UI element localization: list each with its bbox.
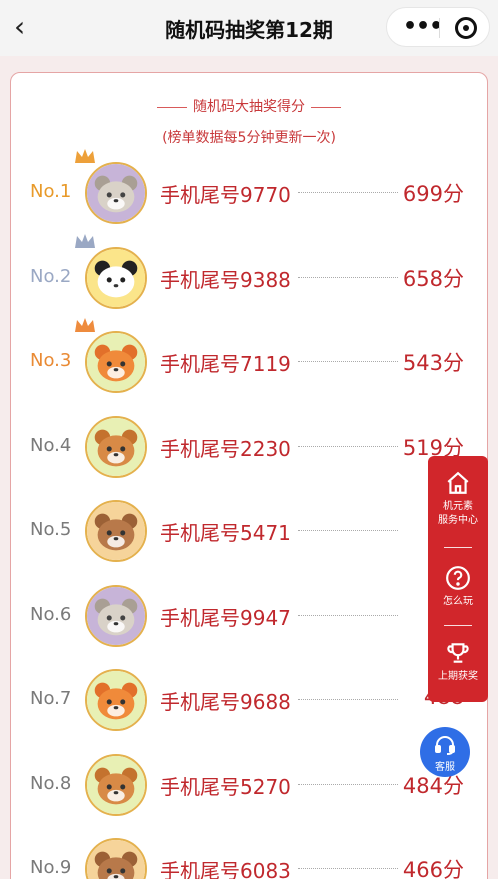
bear-avatar-icon [87, 502, 145, 560]
dotted-leader [298, 192, 398, 193]
rank-label: No.6 [30, 603, 72, 625]
rank-label: No.5 [30, 519, 72, 540]
side-label-how-to-play: 怎么玩 [443, 596, 473, 607]
customer-service-button[interactable]: 客服 [420, 727, 470, 777]
side-divider [444, 547, 472, 548]
ranking-title: 随机码大抽奖得分 [0, 96, 498, 116]
side-item-last-winners[interactable]: 上期获奖 [428, 640, 488, 684]
phone-tail-label: 手机尾号9947 [160, 605, 291, 630]
side-item-how-to-play[interactable]: 怎么玩 [428, 565, 488, 609]
more-icon[interactable]: ••• [403, 14, 443, 39]
phone-tail-label: 手机尾号9688 [160, 690, 291, 714]
dotted-leader [298, 361, 398, 362]
side-divider [444, 625, 472, 626]
rank-label: No.1 [30, 181, 72, 202]
score-value: 543分 [402, 351, 464, 375]
avatar [85, 584, 147, 647]
side-label-last-winners: 上期获奖 [438, 671, 478, 682]
target-icon[interactable] [455, 17, 477, 39]
phone-tail-label: 手机尾号9770 [160, 183, 291, 207]
phone-tail-label: 手机尾号2230 [160, 436, 291, 461]
table-row: No.2 手机尾号9388 658分 [0, 233, 498, 320]
avatar [85, 500, 147, 562]
nav-bar: ‹ 随机码抽奖第12期 ••• [0, 0, 498, 56]
dotted-leader [298, 530, 398, 531]
trophy-icon [447, 643, 469, 663]
crown-icon [73, 147, 97, 165]
avatar [85, 331, 147, 393]
cat-avatar-icon [87, 164, 145, 222]
table-row: No.6手机尾号994750 [0, 578, 498, 658]
fox-avatar-icon [87, 333, 145, 391]
panda-avatar-icon [87, 248, 145, 307]
mini-program-capsule: ••• [386, 7, 490, 47]
capsule-divider [439, 18, 440, 38]
table-row: No.4 手机尾号2230 519分 [0, 409, 498, 489]
avatar [85, 415, 147, 478]
headset-icon [435, 736, 455, 755]
crown-icon [73, 232, 97, 250]
dotted-leader [298, 783, 398, 785]
help-circle-icon [446, 566, 470, 590]
score-value: 658分 [402, 266, 464, 291]
rank-label: No.4 [30, 434, 72, 456]
ranking-subtitle: (榜单数据每5分钟更新一次) [162, 130, 336, 146]
phone-tail-label: 手机尾号7119 [160, 352, 291, 376]
avatar [85, 162, 147, 224]
bear-avatar-icon [87, 840, 145, 879]
rank-label: No.3 [30, 350, 72, 371]
rank-label: No.8 [30, 772, 72, 794]
score-value: 466分 [402, 858, 464, 879]
rank-label: No.2 [30, 265, 72, 287]
squirrel-avatar-icon [87, 755, 145, 814]
table-row: No.1 手机尾号9770 699分 [0, 149, 498, 235]
rank-label: No.9 [30, 857, 72, 878]
title-right-line [311, 106, 341, 108]
table-row: No.3 手机尾号7119 543分 [0, 318, 498, 404]
dotted-leader [298, 699, 398, 700]
phone-tail-label: 手机尾号5471 [160, 521, 291, 545]
avatar [85, 246, 147, 309]
phone-tail-label: 手机尾号9388 [160, 267, 291, 292]
avatar [85, 838, 147, 879]
rank-label: No.7 [30, 688, 72, 709]
phone-tail-label: 手机尾号6083 [160, 859, 291, 879]
phone-tail-label: 手机尾号5270 [160, 774, 291, 799]
table-row: No.9 手机尾号6083 466分 [0, 831, 498, 879]
customer-service-label: 客服 [435, 762, 455, 773]
side-menu: 机元素 服务中心 怎么玩 上期获奖 [428, 456, 488, 702]
home-icon [447, 471, 469, 494]
table-row: No.7手机尾号9688488 [0, 662, 498, 742]
avatar [85, 669, 147, 731]
ranking-title-text: 随机码大抽奖得分 [193, 99, 305, 115]
cat-avatar-icon [87, 586, 145, 645]
side-label-service-center: 机元素 服务中心 [438, 501, 478, 526]
table-row: No.5手机尾号547150 [0, 493, 498, 573]
dotted-leader [298, 868, 398, 869]
crown-icon [73, 316, 97, 334]
title-left-line [157, 106, 187, 108]
dotted-leader [298, 276, 398, 278]
fox-avatar-icon [87, 671, 145, 729]
squirrel-avatar-icon [87, 417, 145, 476]
dotted-leader [298, 445, 398, 447]
score-value: 699分 [402, 182, 464, 206]
avatar [85, 753, 147, 816]
side-item-service-center[interactable]: 机元素 服务中心 [428, 470, 488, 528]
dotted-leader [298, 614, 398, 616]
